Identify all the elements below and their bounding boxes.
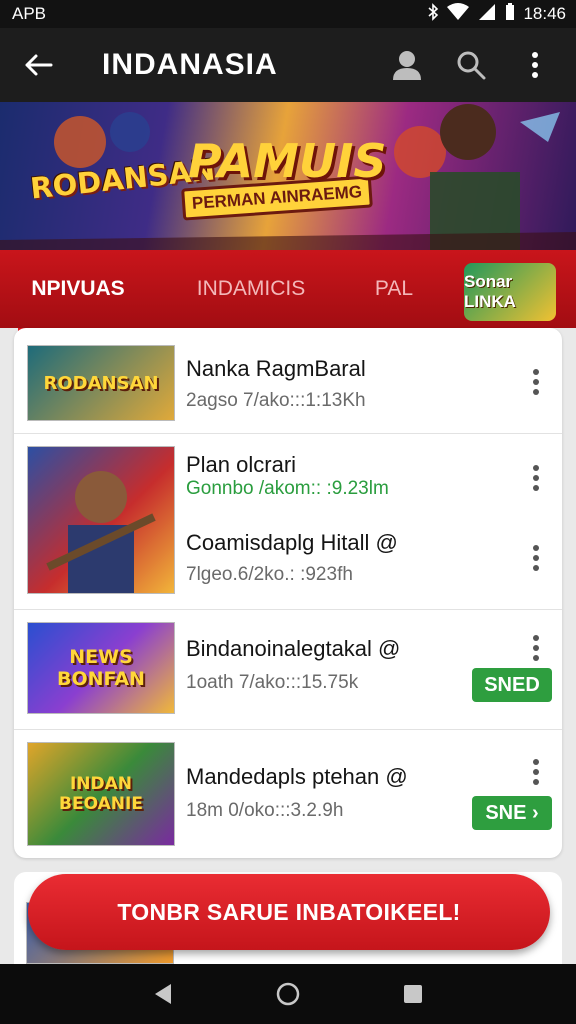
- tab-npivuas[interactable]: NPIVUAS: [0, 250, 158, 334]
- carrier-label: APB: [12, 4, 47, 23]
- tab-pal[interactable]: PAL: [346, 250, 442, 328]
- arrow-left-icon: [25, 54, 53, 76]
- status-bar: APB 18:46: [0, 0, 576, 28]
- list-item[interactable]: INDAN BEOANIE Mandedapls ptehan @ 18m 0/…: [14, 730, 562, 858]
- circle-home-icon: [276, 982, 300, 1006]
- list-item[interactable]: NEWS BONFAN Bindanoinalegtakal @ 1oath 7…: [14, 610, 562, 730]
- item-menu-button[interactable]: [524, 364, 548, 400]
- overflow-menu-button[interactable]: [514, 44, 556, 86]
- item-meta: 2agso 7/ako:::1:13Kh: [186, 390, 366, 411]
- item-menu-button[interactable]: [524, 754, 548, 790]
- item-meta: 1oath 7/ako:::15.75k: [186, 672, 359, 693]
- wifi-icon: [447, 2, 470, 26]
- more-vertical-icon: [533, 635, 539, 661]
- promo-banner[interactable]: RODANSAN PERMAN AINRAEMG PAMUIS: [0, 102, 576, 250]
- game-thumbnail: NEWS BONFAN: [27, 622, 175, 714]
- game-thumbnail: RODANSAN: [27, 345, 175, 421]
- item-title: Coamisdaplg Hitall @: [186, 530, 398, 555]
- cta-button[interactable]: TONBR SARUE INBATOIKEEL!: [28, 874, 550, 950]
- app-bar: INDANASIA: [0, 28, 576, 102]
- more-vertical-icon: [533, 545, 539, 571]
- item-meta: 18m 0/oko:::3.2.9h: [186, 800, 344, 821]
- item-meta: Gonnbo /akom:: :9.23lm: [186, 478, 389, 499]
- item-menu-button[interactable]: [524, 630, 548, 666]
- system-nav-bar: [0, 964, 576, 1024]
- search-button[interactable]: [450, 44, 492, 86]
- clock-time: 18:46: [523, 4, 566, 23]
- game-thumbnail: [27, 446, 175, 594]
- signal-icon: [477, 3, 497, 26]
- game-list: RODANSAN Nanka RagmBaral 2agso 7/ako:::1…: [14, 328, 562, 858]
- more-vertical-icon: [533, 759, 539, 785]
- bluetooth-icon: [427, 2, 439, 26]
- nav-back-button[interactable]: [139, 970, 187, 1018]
- nav-recents-button[interactable]: [389, 970, 437, 1018]
- square-recents-icon: [404, 985, 423, 1003]
- person-icon: [393, 51, 421, 80]
- item-menu-button[interactable]: [524, 540, 548, 576]
- account-button[interactable]: [386, 44, 428, 86]
- hero-character-image: [46, 471, 156, 593]
- item-title: Mandedapls ptehan @: [186, 764, 408, 789]
- triangle-back-icon: [154, 984, 171, 1004]
- item-title: Plan olcrari: [186, 452, 297, 477]
- back-button[interactable]: [0, 28, 76, 102]
- item-menu-button[interactable]: [524, 460, 548, 496]
- send-button[interactable]: SNED: [472, 668, 552, 702]
- item-title: Bindanoinalegtakal @: [186, 636, 401, 661]
- status-icons: 18:46: [427, 2, 566, 26]
- battery-icon: [505, 2, 515, 26]
- search-icon: [457, 51, 486, 80]
- game-thumbnail: INDAN BEOANIE: [27, 742, 175, 846]
- more-vertical-icon: [533, 369, 539, 395]
- list-item[interactable]: RODANSAN Nanka RagmBaral 2agso 7/ako:::1…: [14, 328, 562, 434]
- game-logo-badge[interactable]: Sonar LINKA: [464, 263, 556, 321]
- tab-indamicis[interactable]: INDAMICIS: [156, 250, 346, 328]
- item-title: Nanka RagmBaral: [186, 356, 366, 381]
- app-title: INDANASIA: [102, 48, 278, 81]
- more-vertical-icon: [532, 52, 538, 78]
- more-vertical-icon: [533, 465, 539, 491]
- banner-main-title: PAMUIS: [188, 134, 387, 188]
- send-button[interactable]: SNE ›: [472, 796, 552, 830]
- nav-home-button[interactable]: [264, 970, 312, 1018]
- item-meta: 7lgeo.6/2ko.: :923fh: [186, 564, 353, 585]
- list-item-group[interactable]: Plan olcrari Gonnbo /akom:: :9.23lm Coam…: [14, 434, 562, 610]
